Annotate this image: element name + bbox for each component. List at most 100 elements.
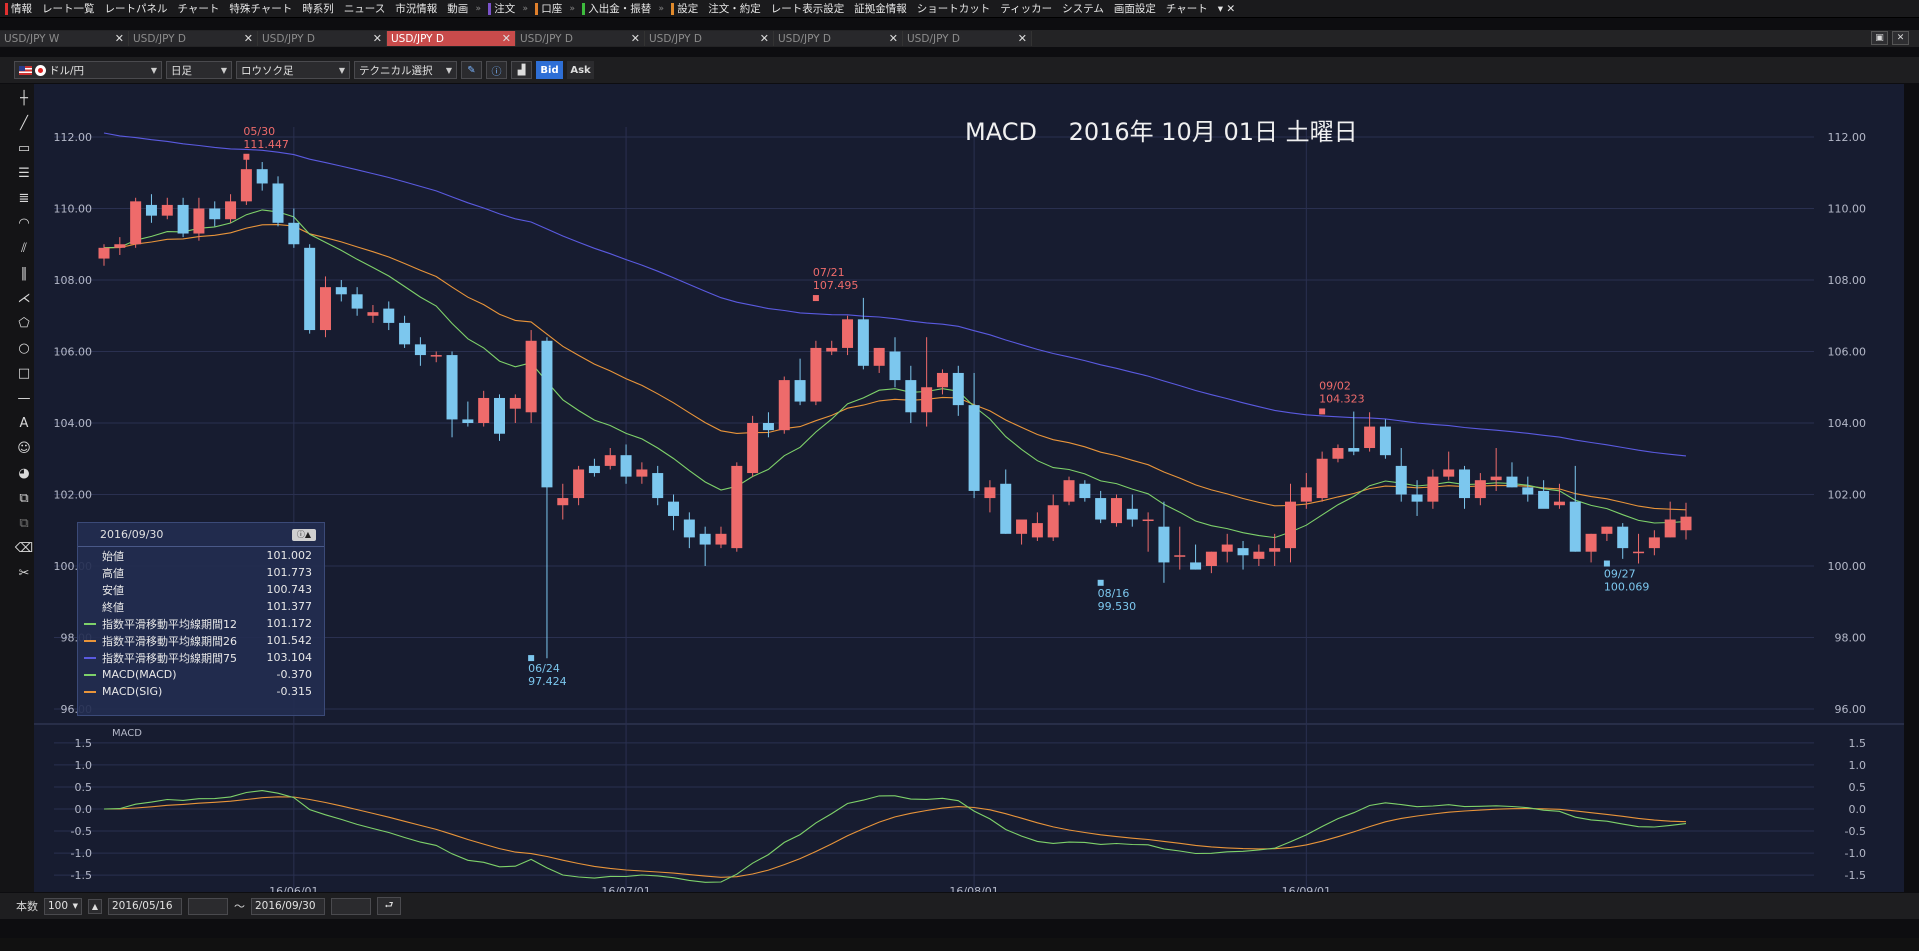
candle-body bbox=[1063, 480, 1075, 502]
fan-lines-icon[interactable]: ⫽ bbox=[14, 238, 34, 258]
macd-line bbox=[103, 790, 1687, 883]
trendline-icon[interactable]: ╱ bbox=[14, 113, 34, 133]
tab-close-icon[interactable]: ✕ bbox=[889, 32, 902, 45]
circle-icon[interactable]: ○ bbox=[14, 338, 34, 358]
drawing-toolbar: ┼ ╱ ▭ ☰ ≣ ◠ ⫽ ‖ ⋌ ⬠ ○ □ — A ☺ ◕ ⧉ ⧉ ⌫ ✂ bbox=[0, 84, 34, 892]
menu-item-6[interactable]: ニュース bbox=[339, 0, 390, 18]
menu-item-10[interactable]: 口座 bbox=[530, 0, 567, 18]
count-up-icon[interactable]: ▲ bbox=[88, 898, 102, 914]
extreme-date-label: 09/02 bbox=[1319, 379, 1351, 392]
menu-item-5[interactable]: 時系列 bbox=[297, 0, 339, 18]
menu-item-15[interactable]: 証拠金情報 bbox=[849, 0, 912, 18]
menu-item-18[interactable]: システム bbox=[1057, 0, 1109, 18]
price-tick-label-right: 98.00 bbox=[1835, 632, 1867, 645]
chart-tab-3[interactable]: USD/JPY D ✕ bbox=[387, 31, 516, 46]
menu-item-1[interactable]: レート一覧 bbox=[37, 0, 100, 18]
chart-type-label: ロウソク足 bbox=[241, 64, 294, 77]
fibonacci-arc-icon[interactable]: ◠ bbox=[14, 213, 34, 233]
chart-tab-0[interactable]: USD/JPY W ✕ bbox=[0, 31, 129, 46]
chart-tab-4[interactable]: USD/JPY D ✕ bbox=[516, 31, 645, 46]
chart-tab-7[interactable]: USD/JPY D ✕ bbox=[903, 31, 1032, 46]
crosshair-icon[interactable]: ┼ bbox=[14, 88, 34, 108]
refresh-icon[interactable]: ⮐ bbox=[377, 897, 401, 915]
menu-item-0[interactable]: 情報 bbox=[0, 0, 37, 18]
tab-close-icon[interactable]: ✕ bbox=[244, 32, 257, 45]
candle-body bbox=[1348, 448, 1360, 452]
currency-pair-label: ドル/円 bbox=[49, 64, 85, 77]
candle-body bbox=[351, 294, 363, 309]
tab-close-icon[interactable]: ✕ bbox=[631, 32, 644, 45]
from-date-field[interactable]: 2016/05/16 bbox=[108, 897, 182, 915]
menu-item-16[interactable]: ショートカット bbox=[912, 0, 996, 18]
stamp-icon[interactable]: ☺ bbox=[14, 438, 34, 458]
close-window-icon[interactable]: ✕ bbox=[1892, 31, 1909, 45]
multi-lines-icon[interactable]: ≣ bbox=[14, 188, 34, 208]
menu-item-14[interactable]: レート表示設定 bbox=[766, 0, 850, 18]
technical-select[interactable]: テクニカル選択 ▼ bbox=[354, 61, 457, 79]
vertical-lines-icon[interactable]: ‖ bbox=[14, 263, 34, 283]
chart-tab-5[interactable]: USD/JPY D ✕ bbox=[645, 31, 774, 46]
count-select[interactable]: 100 ▼ bbox=[44, 897, 82, 915]
menu-item-7[interactable]: 市況情報 bbox=[390, 0, 442, 18]
info-row: MACD(MACD) -0.370 bbox=[78, 666, 324, 683]
tab-label: USD/JPY D bbox=[520, 32, 574, 45]
chart-tab-2[interactable]: USD/JPY D ✕ bbox=[258, 31, 387, 46]
menu-item-2[interactable]: レートパネル bbox=[100, 0, 173, 18]
to-time-field[interactable] bbox=[331, 897, 371, 915]
palette-icon[interactable]: ◕ bbox=[14, 463, 34, 483]
pitchfork-icon[interactable]: ⋌ bbox=[14, 288, 34, 308]
horizontal-lines-icon[interactable]: ☰ bbox=[14, 163, 34, 183]
pen-icon[interactable]: ✎ bbox=[461, 61, 482, 79]
currency-pair-select[interactable]: ドル/円 ▼ bbox=[14, 61, 162, 79]
tab-label: USD/JPY D bbox=[649, 32, 703, 45]
menu-item-17[interactable]: ティッカー bbox=[995, 0, 1057, 18]
menu-item-4[interactable]: 特殊チャート bbox=[224, 0, 297, 18]
series-color-swatch bbox=[84, 623, 96, 625]
to-date-field[interactable]: 2016/09/30 bbox=[251, 897, 325, 915]
chart-tab-6[interactable]: USD/JPY D ✕ bbox=[774, 31, 903, 46]
eraser-icon[interactable]: ⌫ bbox=[14, 538, 34, 558]
rectangle-icon[interactable]: □ bbox=[14, 363, 34, 383]
info-icon[interactable]: ⓘ bbox=[486, 61, 507, 79]
candle-body bbox=[557, 498, 569, 506]
tab-close-icon[interactable]: ✕ bbox=[1018, 32, 1031, 45]
candle-body bbox=[889, 351, 901, 381]
menu-more-icon[interactable]: ▾ ✕ bbox=[1213, 0, 1240, 18]
pentagon-icon[interactable]: ⬠ bbox=[14, 313, 34, 333]
chart-style-icon[interactable]: ▟ bbox=[511, 61, 532, 79]
timeframe-select[interactable]: 日足 ▼ bbox=[166, 61, 232, 79]
ruler-icon[interactable]: ▭ bbox=[14, 138, 34, 158]
eraser-all-icon[interactable]: ✂ bbox=[14, 563, 34, 583]
tab-close-icon[interactable]: ✕ bbox=[115, 32, 128, 45]
from-time-field[interactable] bbox=[188, 897, 228, 915]
chart-area[interactable]: 112.00 112.00 110.00 110.00 108.00 108.00 106.… bbox=[34, 84, 1904, 892]
text-tool-icon[interactable]: A bbox=[14, 413, 34, 433]
tab-close-icon[interactable]: ✕ bbox=[502, 32, 515, 45]
chart-type-select[interactable]: ロウソク足 ▼ bbox=[236, 61, 350, 79]
copy-icon[interactable]: ⧉ bbox=[14, 488, 34, 508]
menu-bar: 情報 レート一覧 レートパネル チャート 特殊チャート 時系列 ニュース 市況情報 動画» 注文»… bbox=[0, 0, 1919, 18]
info-collapse-icon[interactable]: ⓘ▲ bbox=[292, 528, 316, 541]
candle-body bbox=[1095, 498, 1107, 520]
menu-item-13[interactable]: 注文・約定 bbox=[703, 0, 766, 18]
tab-close-icon[interactable]: ✕ bbox=[760, 32, 773, 45]
candle-body bbox=[1395, 465, 1407, 495]
menu-item-9[interactable]: 注文 bbox=[483, 0, 520, 18]
bid-button[interactable]: Bid bbox=[536, 61, 563, 79]
candle-body bbox=[114, 244, 126, 248]
tab-close-icon[interactable]: ✕ bbox=[373, 32, 386, 45]
menu-item-8[interactable]: 動画 bbox=[442, 0, 473, 18]
ask-button[interactable]: Ask bbox=[567, 61, 594, 79]
menu-item-3[interactable]: チャート bbox=[173, 0, 225, 18]
menu-item-19[interactable]: 画面設定 bbox=[1109, 0, 1161, 18]
menu-item-label: 時系列 bbox=[302, 3, 334, 15]
menu-item-11[interactable]: 入出金・振替 bbox=[577, 0, 656, 18]
maximize-icon[interactable]: ▣ bbox=[1871, 31, 1888, 45]
menu-item-20[interactable]: チャート bbox=[1161, 0, 1213, 18]
hline-icon[interactable]: — bbox=[14, 388, 34, 408]
candlestick-chart[interactable]: 112.00 112.00 110.00 110.00 108.00 108.00 106.… bbox=[34, 84, 1904, 892]
extreme-date-label: 05/30 bbox=[243, 125, 275, 138]
candle-body bbox=[573, 469, 585, 499]
chart-tab-1[interactable]: USD/JPY D ✕ bbox=[129, 31, 258, 46]
menu-item-12[interactable]: 設定 bbox=[666, 0, 703, 18]
